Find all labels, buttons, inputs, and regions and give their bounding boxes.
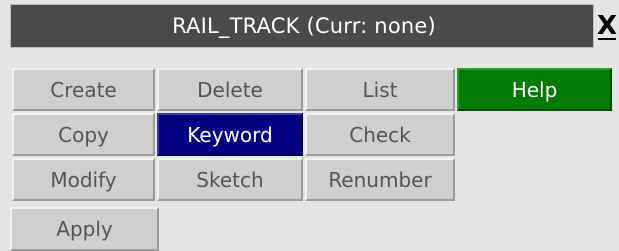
copy-button[interactable]: Copy bbox=[12, 113, 155, 156]
close-button[interactable]: X bbox=[596, 6, 618, 46]
panel-title-bar: RAIL_TRACK (Curr: none) bbox=[10, 4, 594, 48]
close-icon: X bbox=[596, 11, 618, 41]
modify-button[interactable]: Modify bbox=[12, 158, 155, 201]
delete-button[interactable]: Delete bbox=[157, 68, 303, 111]
help-button[interactable]: Help bbox=[457, 68, 612, 111]
check-button[interactable]: Check bbox=[305, 113, 455, 156]
renumber-button[interactable]: Renumber bbox=[305, 158, 455, 201]
panel-title: RAIL_TRACK (Curr: none) bbox=[172, 14, 436, 38]
list-button[interactable]: List bbox=[305, 68, 455, 111]
keyword-button[interactable]: Keyword bbox=[157, 113, 303, 156]
apply-button[interactable]: Apply bbox=[10, 207, 159, 251]
sketch-button[interactable]: Sketch bbox=[157, 158, 303, 201]
create-button[interactable]: Create bbox=[12, 68, 155, 111]
